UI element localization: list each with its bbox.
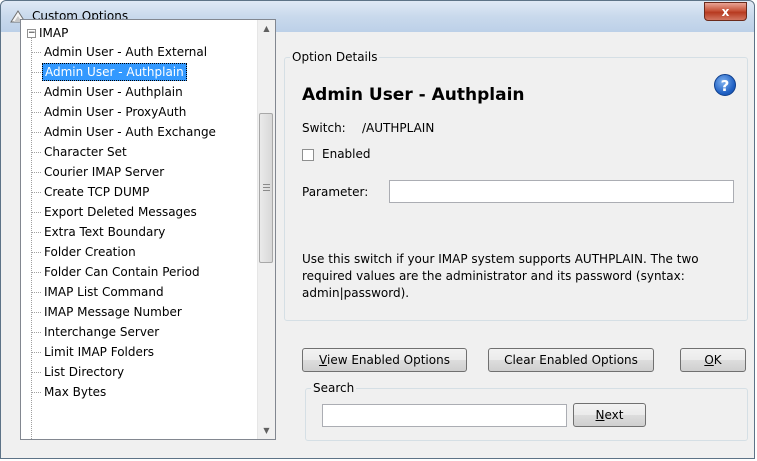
switch-value: /AUTHPLAIN (362, 121, 435, 135)
tree-item-label: List Directory (44, 365, 125, 379)
ok-mnemonic: O (704, 353, 714, 367)
tree-item[interactable]: Interchange Server (31, 322, 161, 342)
tree-item-label: Max Bytes (44, 385, 107, 399)
tree-item[interactable]: Courier IMAP Server (31, 162, 166, 182)
tree-connector (31, 152, 41, 153)
tree-item-label: Create TCP DUMP (44, 185, 150, 199)
tree-root-imap[interactable]: − IMAP (27, 24, 68, 42)
parameter-input[interactable] (389, 180, 734, 203)
switch-label: Switch: (302, 121, 346, 135)
tree-connector (31, 352, 41, 353)
tree-item[interactable]: Create TCP DUMP (31, 182, 151, 202)
tree-item[interactable]: Admin User - Auth External (31, 42, 209, 62)
next-mnemonic: N (595, 408, 605, 422)
tree-connector (31, 232, 41, 233)
tree-root-label: IMAP (39, 26, 69, 40)
custom-options-window: Custom Options x − IMAP Admin User - Auth… (0, 0, 755, 459)
view-enabled-options-mnemonic: V (319, 353, 327, 367)
scroll-thumb[interactable] (259, 113, 273, 263)
tree-item-label: Admin User - Auth Exchange (44, 125, 216, 139)
tree-connector (31, 392, 41, 393)
tree-item-label: Interchange Server (44, 325, 160, 339)
tree-item-label: IMAP Message Number (44, 305, 182, 319)
tree-item-label: Export Deleted Messages (44, 205, 197, 219)
tree-item[interactable]: Admin User - Auth Exchange (31, 122, 218, 142)
tree-item[interactable]: Character Set (31, 142, 129, 162)
tree-item[interactable]: IMAP List Command (31, 282, 166, 302)
tree-connector (31, 312, 41, 313)
tree-connector (31, 52, 41, 53)
tree-item-label: Admin User - Auth External (44, 45, 208, 59)
ok-button[interactable]: OK (680, 348, 746, 372)
search-group: Search Next (305, 380, 748, 441)
enabled-checkbox[interactable] (302, 149, 314, 161)
tree-connector (31, 212, 41, 213)
tree-connector (31, 72, 41, 73)
ok-label: K (713, 353, 722, 367)
tree-connector (31, 92, 41, 93)
search-legend: Search (311, 380, 357, 396)
tree-item[interactable]: Admin User - Authplain (31, 82, 185, 102)
tree-item-label: Admin User - Authplain (44, 85, 183, 99)
next-button[interactable]: Next (573, 403, 646, 427)
close-icon: x (721, 5, 730, 19)
tree-item[interactable]: Limit IMAP Folders (31, 342, 156, 362)
enabled-label: Enabled (322, 147, 371, 161)
next-label: ext (604, 408, 624, 422)
tree-connector (31, 192, 41, 193)
tree-item[interactable]: List Directory (31, 362, 126, 382)
tree-item[interactable]: IMAP Message Number (31, 302, 184, 322)
parameter-label: Parameter: (302, 185, 369, 199)
clear-enabled-options-button[interactable]: Clear Enabled Options (488, 348, 654, 372)
collapse-icon[interactable]: − (27, 29, 36, 38)
tree-scrollbar[interactable]: ▲ ▼ (257, 20, 275, 439)
tree-connector (31, 112, 41, 113)
tree-item[interactable]: Folder Creation (31, 242, 138, 262)
tree-item-label: Extra Text Boundary (44, 225, 166, 239)
tree-item-label: Courier IMAP Server (44, 165, 165, 179)
options-tree[interactable]: − IMAP Admin User - Auth External Admin Us… (20, 19, 276, 440)
view-enabled-options-button[interactable]: View Enabled Options (302, 348, 467, 372)
option-description: Use this switch if your IMAP system supp… (302, 252, 699, 300)
tree-item[interactable]: Extra Text Boundary (31, 222, 167, 242)
option-details-legend: Option Details (290, 49, 380, 65)
tree-item-label: Character Set (44, 145, 127, 159)
tree-connector (31, 272, 41, 273)
view-enabled-options-label: iew Enabled Options (327, 353, 450, 367)
tree-item-label: Admin User - Authplain (42, 63, 187, 81)
help-glyph: ? (720, 77, 730, 95)
option-title: Admin User - Authplain (302, 85, 525, 105)
scroll-down-arrow-icon[interactable]: ▼ (258, 422, 275, 439)
tree-connector (31, 172, 41, 173)
grip-line (263, 190, 270, 191)
tree-item-label: IMAP List Command (44, 285, 164, 299)
tree-item-label: Limit IMAP Folders (44, 345, 155, 359)
close-button[interactable]: x (704, 2, 747, 21)
tree-connector (31, 252, 41, 253)
help-icon[interactable]: ? (714, 74, 736, 96)
tree-item[interactable]: Folder Can Contain Period (31, 262, 202, 282)
search-input[interactable] (322, 404, 567, 427)
tree-item[interactable]: Max Bytes (31, 382, 108, 402)
tree-item[interactable]: Admin User - Authplain (31, 62, 187, 82)
clear-enabled-options-label: Clear Enabled Options (504, 353, 638, 367)
tree-connector (31, 332, 41, 333)
grip-line (263, 184, 270, 185)
tree-item-label: Admin User - ProxyAuth (44, 105, 187, 119)
tree-connector (31, 132, 41, 133)
tree-connector (31, 372, 41, 373)
tree-item[interactable]: Export Deleted Messages (31, 202, 199, 222)
option-details-group: Option Details ? Admin User - Authplain … (284, 49, 748, 321)
tree-item-label: Folder Creation (44, 245, 136, 259)
tree-item[interactable]: Admin User - ProxyAuth (31, 102, 188, 122)
grip-line (263, 187, 270, 188)
scroll-up-arrow-icon[interactable]: ▲ (258, 20, 275, 37)
tree-connector (31, 292, 41, 293)
tree-item-label: Folder Can Contain Period (44, 265, 200, 279)
